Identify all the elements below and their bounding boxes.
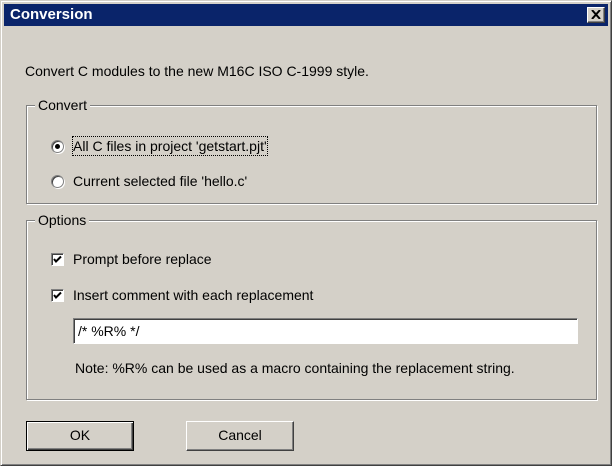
check-icon (53, 255, 62, 263)
radio-current-file[interactable] (51, 175, 64, 188)
close-icon (591, 10, 601, 19)
insert-comment-checkbox[interactable] (51, 289, 64, 302)
description-text: Convert C modules to the new M16C ISO C-… (25, 63, 369, 79)
conversion-dialog: Conversion Convert C modules to the new … (0, 0, 612, 466)
convert-group-label: Convert (35, 97, 91, 113)
insert-comment-label[interactable]: Insert comment with each replacement (73, 286, 313, 304)
close-button[interactable] (587, 7, 605, 23)
prompt-before-replace-label[interactable]: Prompt before replace (73, 250, 212, 268)
radio-all-files[interactable] (51, 140, 64, 153)
title-bar[interactable]: Conversion (4, 4, 608, 26)
radio-all-files-label[interactable]: All C files in project 'getstart.pjt' (72, 136, 268, 156)
radio-selected-dot (55, 144, 60, 149)
comment-template-input[interactable] (73, 318, 578, 344)
cancel-button[interactable]: Cancel (186, 421, 294, 451)
prompt-before-replace-checkbox[interactable] (51, 253, 64, 266)
window-title: Conversion (10, 6, 93, 23)
macro-note-text: Note: %R% can be used as a macro contain… (75, 360, 515, 376)
check-icon (53, 291, 62, 299)
radio-current-file-label[interactable]: Current selected file 'hello.c' (73, 172, 247, 190)
ok-button[interactable]: OK (26, 421, 134, 451)
options-group-label: Options (35, 212, 90, 228)
